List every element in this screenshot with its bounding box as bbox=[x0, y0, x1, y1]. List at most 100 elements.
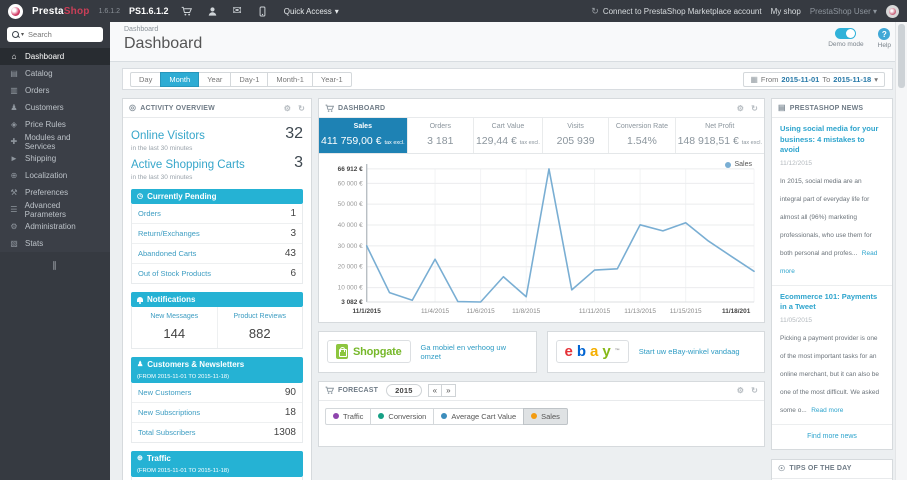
list-item[interactable]: Return/Exchanges 3 bbox=[132, 224, 302, 244]
news-article-title[interactable]: Ecommerce 101: Payments in a Tweet bbox=[780, 292, 884, 313]
pending-returns-link[interactable]: Return/Exchanges bbox=[138, 229, 200, 238]
forecast-traffic-button[interactable]: Traffic bbox=[325, 407, 372, 425]
product-reviews-cell[interactable]: Product Reviews 882 bbox=[216, 307, 303, 348]
sidebar-item-label: Administration bbox=[25, 222, 76, 231]
newspaper-icon: ▤ bbox=[778, 103, 786, 112]
sidebar-collapse-button[interactable]: ∥ bbox=[0, 260, 110, 271]
my-shop-link[interactable]: My shop bbox=[771, 7, 801, 16]
ebay-link[interactable]: Start uw eBay-winkel vandaag bbox=[639, 347, 740, 356]
quick-access-label: Quick Access bbox=[283, 6, 332, 16]
user-icon[interactable] bbox=[207, 6, 218, 17]
list-item[interactable]: Abandoned Carts 43 bbox=[132, 244, 302, 264]
sidebar-item-price-rules[interactable]: ◈ Price Rules bbox=[0, 116, 110, 133]
pending-orders-link[interactable]: Orders bbox=[138, 209, 161, 218]
tab-orders[interactable]: Orders 3 181 bbox=[408, 118, 474, 153]
customers-newsletters-title: Customers & Newsletters bbox=[147, 360, 245, 369]
cart-icon[interactable] bbox=[181, 6, 192, 17]
chart-legend[interactable]: Sales bbox=[725, 161, 752, 168]
page-header: Dashboard Dashboard Demo mode ? Help bbox=[110, 22, 907, 62]
help-icon[interactable]: ? bbox=[878, 28, 891, 40]
search-caret-icon[interactable]: ▾ bbox=[21, 31, 24, 38]
page-scrollbar[interactable] bbox=[895, 22, 907, 480]
find-more-news-link[interactable]: Find more news bbox=[772, 425, 892, 449]
sidebar-item-administration[interactable]: ⚙ Administration bbox=[0, 218, 110, 235]
out-of-stock-link[interactable]: Out of Stock Products bbox=[138, 269, 211, 278]
sidebar-item-stats[interactable]: ▧ Stats bbox=[0, 235, 110, 252]
sidebar-item-shipping[interactable]: ► Shipping bbox=[0, 150, 110, 167]
total-subscribers-link[interactable]: Total Subscribers bbox=[138, 428, 196, 437]
gear-icon[interactable]: ⚙ bbox=[737, 386, 744, 395]
gauge-icon: ◎ bbox=[129, 103, 137, 112]
sidebar-item-advanced-parameters[interactable]: ☰ Advanced Parameters bbox=[0, 201, 110, 219]
sidebar-item-localization[interactable]: ⊕ Localization bbox=[0, 167, 110, 184]
gear-icon[interactable]: ⚙ bbox=[737, 104, 744, 113]
news-article-title[interactable]: Using social media for your business: 4 … bbox=[780, 124, 884, 156]
list-item[interactable]: New Customers 90 bbox=[132, 383, 302, 403]
mobile-icon[interactable] bbox=[257, 6, 268, 17]
gear-icon[interactable]: ⚙ bbox=[284, 104, 291, 113]
marketplace-link-label: Connect to PrestaShop Marketplace accoun… bbox=[602, 6, 762, 16]
lightbulb-icon: ☉ bbox=[778, 463, 786, 473]
list-item[interactable]: Out of Stock Products 6 bbox=[132, 264, 302, 283]
forecast-average-cart-value-button[interactable]: Average Cart Value bbox=[433, 407, 525, 425]
sidebar-item-catalog[interactable]: ▤ Catalog bbox=[0, 65, 110, 82]
search-input[interactable] bbox=[26, 29, 98, 40]
filter-year-button[interactable]: Year bbox=[198, 71, 232, 87]
filter-month-button[interactable]: Month bbox=[160, 71, 200, 87]
sidebar-item-dashboard[interactable]: ⌂ Dashboard bbox=[0, 48, 110, 65]
sidebar-item-modules[interactable]: ✚ Modules and Services bbox=[0, 132, 110, 151]
forecast-sales-button[interactable]: Sales bbox=[523, 407, 568, 425]
demo-mode-toggle[interactable] bbox=[835, 28, 857, 39]
quick-access-menu[interactable]: Quick Access ▾ bbox=[280, 7, 343, 16]
refresh-icon[interactable]: ↻ bbox=[298, 104, 305, 113]
sidebar-item-preferences[interactable]: ⚒ Preferences bbox=[0, 184, 110, 201]
new-customers-link[interactable]: New Customers bbox=[138, 388, 191, 397]
scrollbar-thumb[interactable] bbox=[898, 24, 905, 88]
filter-day-button[interactable]: Day bbox=[130, 71, 162, 87]
refresh-icon[interactable]: ↻ bbox=[751, 104, 758, 113]
gear-icon: ⚙ bbox=[10, 221, 18, 231]
user-icon: ♟ bbox=[137, 361, 144, 368]
svg-text:3 082 €: 3 082 € bbox=[341, 299, 363, 306]
next-year-button[interactable]: » bbox=[441, 384, 456, 398]
breadcrumb[interactable]: Dashboard bbox=[124, 26, 893, 33]
previous-year-button[interactable]: « bbox=[427, 384, 443, 398]
year-selector[interactable]: 2015 bbox=[386, 384, 422, 398]
new-messages-cell[interactable]: New Messages 144 bbox=[132, 307, 217, 348]
sidebar-item-customers[interactable]: ♟ Customers bbox=[0, 99, 110, 116]
filter-day-1-button[interactable]: Day-1 bbox=[230, 71, 269, 87]
to-label: To bbox=[822, 74, 831, 84]
shopgate-link[interactable]: Ga mobiel en verhoog uw omzet bbox=[421, 343, 528, 361]
svg-text:11/4/2015: 11/4/2015 bbox=[421, 308, 450, 315]
sidebar-item-label: Modules and Services bbox=[24, 132, 71, 151]
cart-icon bbox=[325, 386, 334, 395]
list-item[interactable]: Total Subscribers 1308 bbox=[132, 423, 302, 442]
tab-visits[interactable]: Visits 205 939 bbox=[543, 118, 610, 153]
tab-sales[interactable]: Sales 411 759,00 € tax excl. bbox=[319, 118, 408, 153]
new-subscriptions-value: 18 bbox=[284, 407, 296, 418]
read-more-link[interactable]: Read more bbox=[811, 407, 843, 414]
news-panel-title: PRESTASHOP NEWS bbox=[789, 104, 864, 112]
new-subscriptions-link[interactable]: New Subscriptions bbox=[138, 408, 200, 417]
refresh-icon[interactable]: ↻ bbox=[751, 386, 758, 395]
tab-net-profit[interactable]: Net Profit 148 918,51 € tax excl. bbox=[676, 118, 764, 153]
tab-cart-value[interactable]: Cart Value 129,44 € tax excl. bbox=[474, 118, 543, 153]
marketplace-link[interactable]: ↻ Connect to PrestaShop Marketplace accou… bbox=[591, 6, 761, 17]
total-subscribers-value: 1308 bbox=[273, 427, 296, 438]
filter-year-1-button[interactable]: Year-1 bbox=[311, 71, 352, 87]
user-avatar[interactable] bbox=[886, 4, 899, 18]
forecast-conversion-button[interactable]: Conversion bbox=[370, 407, 435, 425]
list-item[interactable]: Orders 1 bbox=[132, 204, 302, 224]
list-item[interactable]: New Subscriptions 18 bbox=[132, 403, 302, 423]
envelope-icon[interactable]: ✉ bbox=[233, 5, 242, 17]
filter-month-1-button[interactable]: Month-1 bbox=[267, 71, 313, 87]
pending-list: Orders 1 Return/Exchanges 3 Abandoned Cart… bbox=[131, 204, 303, 284]
abandoned-carts-link[interactable]: Abandoned Carts bbox=[138, 249, 196, 258]
sidebar-search[interactable]: ▾ bbox=[7, 27, 103, 42]
user-menu[interactable]: PrestaShop User ▾ bbox=[810, 7, 877, 16]
prestashop-logo[interactable] bbox=[8, 3, 23, 19]
sidebar-item-orders[interactable]: ▥ Orders bbox=[0, 82, 110, 99]
chevron-down-icon: ▾ bbox=[334, 6, 339, 16]
tab-conversion-rate[interactable]: Conversion Rate 1.54% bbox=[609, 118, 676, 153]
date-range-button[interactable]: ▦ From 2015-11-01 To 2015-11-18 ▾ bbox=[743, 71, 885, 87]
